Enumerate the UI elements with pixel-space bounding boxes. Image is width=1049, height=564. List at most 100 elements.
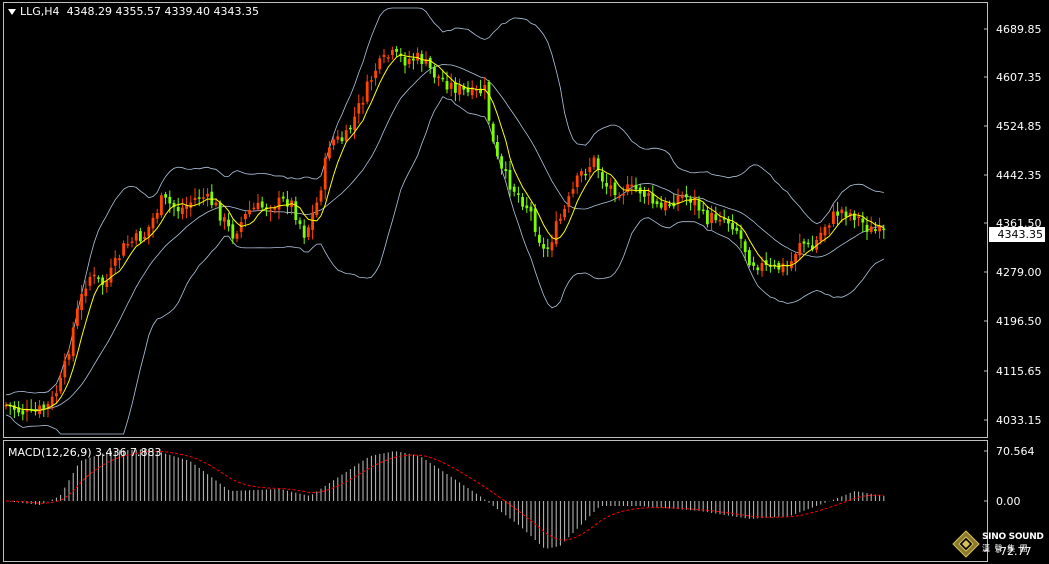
candle-body	[756, 267, 760, 271]
candle-body	[433, 67, 436, 78]
candle-body	[332, 139, 335, 146]
candle-body	[21, 410, 25, 415]
candle-body	[386, 57, 390, 59]
candle-body	[214, 202, 218, 206]
candlesticks	[4, 46, 886, 422]
candle-body	[437, 76, 440, 79]
candle-body	[281, 196, 285, 199]
price-tick-label: 4607.35	[996, 71, 1042, 84]
candle-body	[323, 157, 327, 190]
candle-body	[533, 208, 537, 232]
candle-body	[143, 236, 146, 239]
candle-body	[273, 208, 277, 210]
candle-body	[546, 247, 550, 249]
candle-body	[218, 202, 222, 221]
candle-body	[374, 70, 377, 79]
price-chart[interactable]: 4689.854607.354524.854442.354361.504279.…	[0, 0, 1049, 564]
candle-body	[575, 175, 579, 188]
candle-body	[210, 191, 214, 206]
moving-average-line	[5, 54, 885, 412]
candle-body	[554, 221, 558, 244]
candle-body	[491, 123, 495, 142]
candle-body	[542, 244, 545, 249]
candle-body	[428, 57, 432, 69]
candle-body	[59, 377, 62, 392]
macd-tick-label: 70.564	[996, 445, 1035, 458]
candle-body	[197, 197, 201, 199]
candle-body	[416, 52, 419, 61]
candle-body	[588, 167, 592, 173]
candle-body	[819, 232, 823, 241]
candle-body	[857, 216, 860, 218]
candle-body	[500, 156, 503, 169]
candle-body	[378, 58, 382, 70]
candle-body	[869, 226, 873, 232]
candle-body	[365, 81, 369, 102]
candle-body	[357, 103, 361, 114]
price-tick-label: 4115.65	[996, 365, 1042, 378]
candle-body	[63, 360, 67, 378]
price-tick-label: 4196.50	[996, 315, 1042, 328]
upper-band	[5, 7, 884, 396]
candle-body	[529, 206, 533, 212]
candle-body	[311, 212, 314, 230]
candle-body	[622, 194, 625, 196]
candle-body	[538, 234, 541, 243]
candle-body	[718, 219, 722, 222]
candle-body	[605, 182, 608, 187]
candle-body	[634, 184, 638, 190]
candle-body	[340, 137, 344, 142]
candle-body	[865, 224, 869, 232]
candle-body	[67, 354, 71, 360]
candle-body	[832, 211, 835, 224]
candle-body	[508, 169, 512, 190]
candle-body	[76, 308, 79, 326]
candle-body	[823, 227, 827, 236]
candle-body	[504, 169, 508, 172]
candle-body	[256, 202, 260, 210]
candle-body	[315, 202, 319, 216]
candle-body	[580, 171, 583, 176]
candle-body	[643, 190, 646, 197]
current-price-box: 4343.35	[989, 227, 1045, 242]
candle-body	[680, 194, 684, 198]
candle-body	[336, 136, 340, 140]
macd-tick-label: 0.00	[996, 495, 1021, 508]
candle-body	[701, 209, 705, 212]
candle-body	[706, 210, 709, 225]
candle-body	[353, 116, 356, 131]
candle-body	[231, 224, 235, 239]
price-tick-label: 4279.00	[996, 266, 1042, 279]
price-tick-label: 4033.15	[996, 414, 1042, 427]
candle-body	[441, 77, 445, 80]
price-tick-label: 4689.85	[996, 23, 1042, 36]
candle-body	[88, 276, 92, 286]
macd-label: MACD(12,26,9) 3.436 7.883	[8, 446, 162, 459]
candle-body	[743, 241, 747, 253]
candle-body	[760, 263, 764, 271]
candle-body	[550, 242, 554, 251]
candle-body	[735, 227, 739, 231]
lower-band	[5, 96, 884, 435]
candle-body	[109, 267, 113, 283]
candle-body	[874, 229, 877, 231]
candle-body	[613, 182, 617, 196]
candle-body	[512, 186, 516, 192]
middle-band	[5, 63, 884, 411]
candle-body	[189, 202, 193, 208]
candle-body	[235, 233, 239, 239]
candle-body	[55, 393, 58, 397]
candle-body	[693, 196, 697, 206]
candle-body	[239, 222, 243, 233]
candle-body	[307, 227, 310, 238]
watermark-subtitle: 漢 聲 集 團	[982, 544, 1029, 553]
candle-body	[567, 196, 571, 207]
candle-body	[798, 243, 802, 256]
candle-body	[802, 241, 806, 244]
candle-body	[260, 201, 264, 208]
candle-body	[584, 173, 587, 176]
signal-line	[5, 450, 884, 541]
candle-body	[160, 195, 163, 216]
dropdown-triangle-icon[interactable]	[8, 9, 16, 15]
price-axis: 4689.854607.354524.854442.354361.504279.…	[984, 23, 1042, 427]
